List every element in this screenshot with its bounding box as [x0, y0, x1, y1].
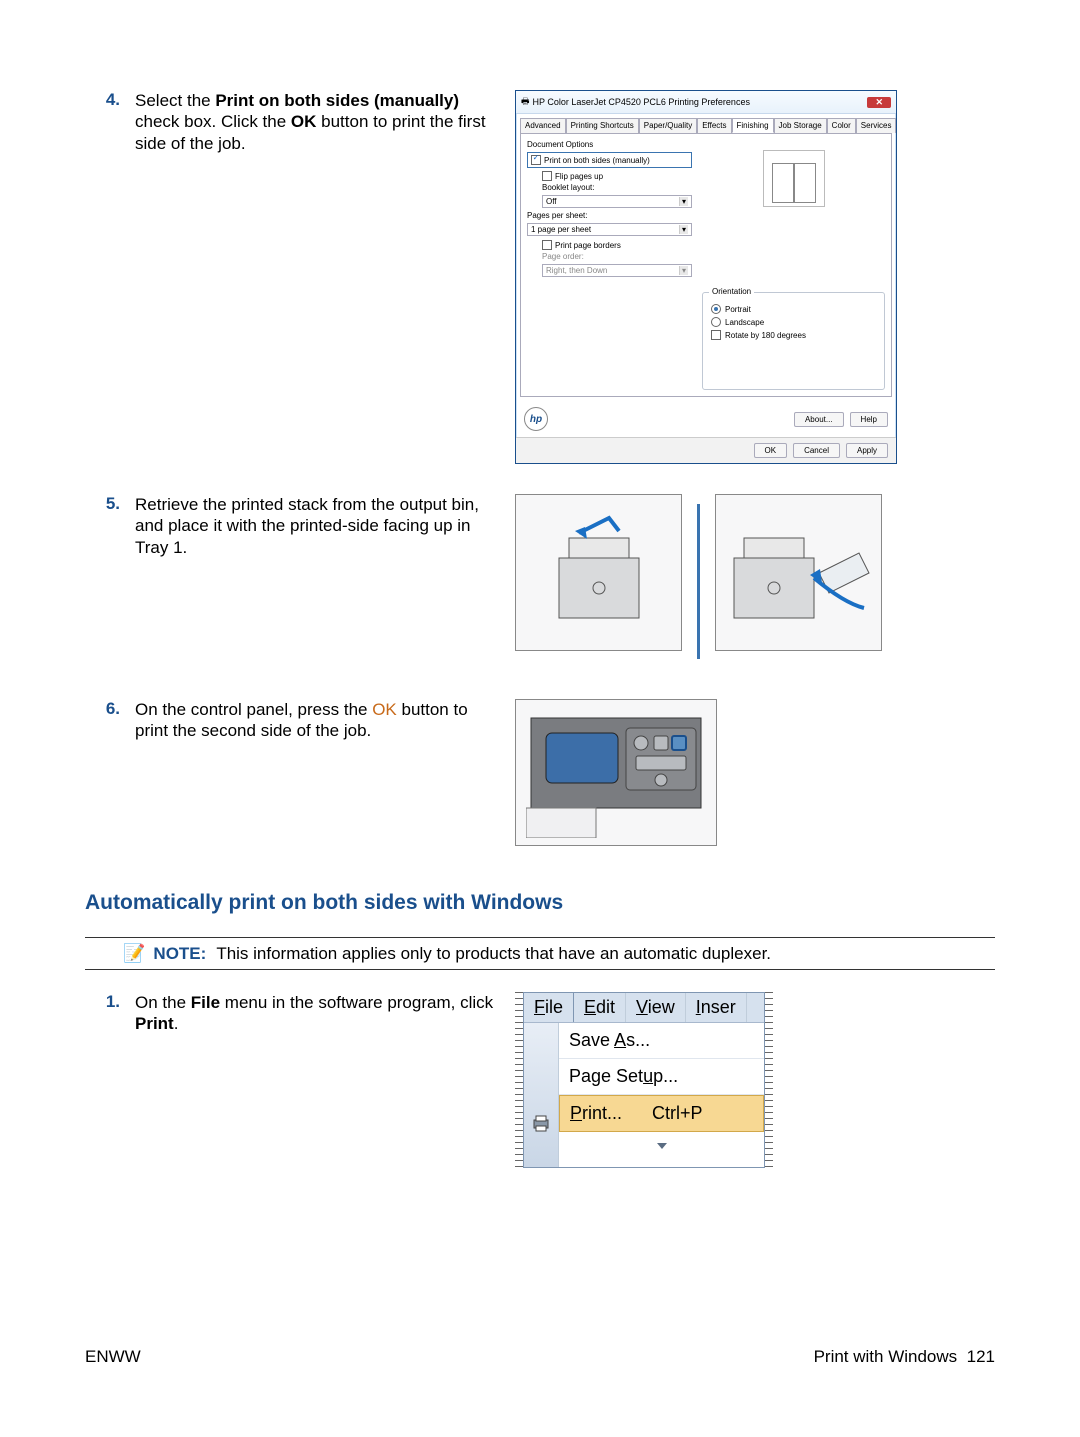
page-order-dropdown: Right, then Down▾	[542, 264, 692, 277]
ok-button[interactable]: OK	[754, 443, 788, 458]
chevron-down-icon: ▾	[679, 225, 688, 234]
pages-per-sheet-dropdown[interactable]: 1 page per sheet▾	[527, 223, 692, 236]
cancel-button[interactable]: Cancel	[793, 443, 840, 458]
printer-input-illustration	[715, 494, 882, 651]
close-icon[interactable]: ✕	[867, 97, 891, 108]
step-number: 1.	[85, 992, 120, 1168]
booklet-dropdown[interactable]: Off▾	[542, 195, 692, 208]
page-footer: ENWW Print with Windows 121	[85, 1347, 995, 1367]
note-label: NOTE:	[153, 944, 206, 964]
step-4: 4. Select the Print on both sides (manua…	[85, 90, 995, 464]
orientation-group: Orientation Portrait Landscape Rotate by…	[702, 292, 885, 390]
step-body: Select the Print on both sides (manually…	[120, 90, 505, 464]
checkbox-icon	[531, 155, 541, 165]
dialog-tabs: Advanced Printing Shortcuts Paper/Qualit…	[516, 114, 896, 133]
chevron-down-icon: ▾	[679, 266, 688, 275]
ruler-right	[765, 992, 773, 1168]
menu-file[interactable]: File	[524, 993, 574, 1022]
control-panel-illustration	[515, 699, 717, 846]
radio-icon	[711, 304, 721, 314]
step-number: 6.	[85, 699, 120, 846]
step-body: On the control panel, press the OK butto…	[120, 699, 505, 846]
page-preview-icon	[763, 150, 825, 207]
dialog-title: HP Color LaserJet CP4520 PCL6 Printing P…	[533, 97, 750, 107]
auto-step-1: 1. On the File menu in the software prog…	[85, 992, 995, 1168]
menu-edit[interactable]: Edit	[574, 993, 626, 1022]
print-preferences-dialog: 🖶 HP Color LaserJet CP4520 PCL6 Printing…	[515, 90, 897, 464]
printer-icon: 🖶	[521, 94, 530, 110]
apply-button[interactable]: Apply	[846, 443, 888, 458]
step-number: 4.	[85, 90, 120, 464]
section-heading: Automatically print on both sides with W…	[85, 891, 995, 915]
about-button[interactable]: About...	[794, 412, 844, 427]
menu-item-print[interactable]: Print... Ctrl+P	[559, 1095, 764, 1132]
print-both-sides-checkbox[interactable]: Print on both sides (manually)	[527, 152, 692, 168]
menu-item-page-setup[interactable]: Page Setup...	[559, 1059, 764, 1095]
menu-insert[interactable]: Inser	[686, 993, 747, 1022]
landscape-radio[interactable]: Landscape	[711, 317, 876, 327]
step-body: On the File menu in the software program…	[120, 992, 505, 1168]
help-button[interactable]: Help	[850, 412, 888, 427]
footer-left: ENWW	[85, 1347, 141, 1367]
tab-printing-shortcuts[interactable]: Printing Shortcuts	[566, 118, 639, 133]
step-5: 5. Retrieve the printed stack from the o…	[85, 494, 995, 669]
tab-job-storage[interactable]: Job Storage	[774, 118, 827, 133]
chevron-down-icon: ▾	[679, 197, 688, 206]
booklet-label: Booklet layout:	[527, 182, 692, 193]
print-borders-checkbox[interactable]: Print page borders	[527, 239, 692, 251]
tab-advanced[interactable]: Advanced	[520, 118, 566, 133]
checkbox-icon	[542, 240, 552, 250]
file-menu: File Edit View Inser	[523, 992, 765, 1168]
menu-icon-rail	[524, 1023, 558, 1167]
menubar: File Edit View Inser	[524, 993, 764, 1023]
portrait-radio[interactable]: Portrait	[711, 304, 876, 314]
tab-paper-quality[interactable]: Paper/Quality	[639, 118, 697, 133]
tab-color[interactable]: Color	[827, 118, 856, 133]
radio-icon	[711, 317, 721, 327]
tab-services[interactable]: Services	[856, 118, 897, 133]
flip-pages-checkbox[interactable]: Flip pages up	[527, 170, 692, 182]
note-box: 📝 NOTE: This information applies only to…	[85, 937, 995, 970]
print-icon	[524, 1103, 558, 1143]
chevron-down-icon[interactable]	[559, 1132, 764, 1159]
tab-effects[interactable]: Effects	[697, 118, 731, 133]
print-shortcut: Ctrl+P	[652, 1103, 703, 1124]
menu-view[interactable]: View	[626, 993, 686, 1022]
rotate-checkbox[interactable]: Rotate by 180 degrees	[711, 330, 876, 340]
menu-item-save-as[interactable]: Save As...	[559, 1023, 764, 1059]
note-text: This information applies only to product…	[216, 944, 771, 964]
step-body: Retrieve the printed stack from the outp…	[120, 494, 505, 669]
orientation-label: Orientation	[709, 287, 754, 296]
tab-finishing[interactable]: Finishing	[732, 118, 774, 133]
doc-options-label: Document Options	[527, 140, 692, 149]
vertical-divider	[697, 504, 700, 659]
hp-logo-icon: hp	[524, 407, 548, 431]
checkbox-icon	[711, 330, 721, 340]
pages-per-sheet-label: Pages per sheet:	[527, 211, 692, 220]
printer-output-illustration	[515, 494, 682, 651]
checkbox-icon	[542, 171, 552, 181]
step-6: 6. On the control panel, press the OK bu…	[85, 699, 995, 846]
step-number: 5.	[85, 494, 120, 669]
note-icon: 📝	[123, 943, 145, 964]
dialog-titlebar: 🖶 HP Color LaserJet CP4520 PCL6 Printing…	[516, 91, 896, 114]
page-order-label: Page order:	[527, 251, 692, 262]
footer-right: Print with Windows 121	[814, 1347, 995, 1367]
ruler-left	[515, 992, 523, 1168]
